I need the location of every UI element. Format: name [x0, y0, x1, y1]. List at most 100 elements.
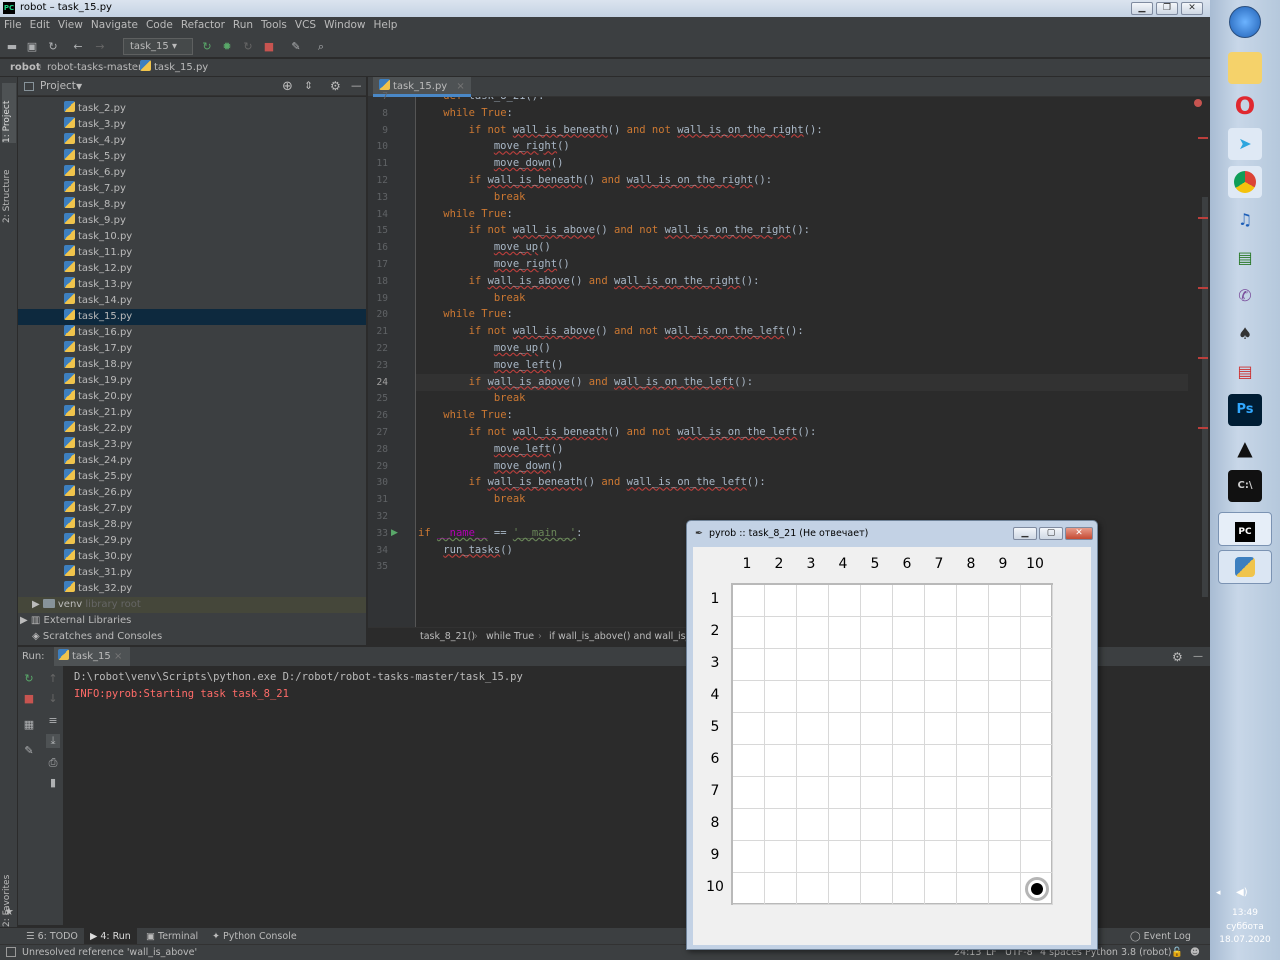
- inspector-icon[interactable]: ☻: [1190, 945, 1200, 960]
- code-line[interactable]: move_right(): [418, 138, 570, 155]
- pyrob-close-button[interactable]: ✕: [1065, 527, 1093, 540]
- rerun-icon[interactable]: ↻: [199, 39, 215, 55]
- headphones-icon[interactable]: ♫: [1228, 204, 1262, 236]
- open-folder-icon[interactable]: ▬: [4, 39, 20, 55]
- project-file-item[interactable]: task_6.py: [18, 165, 366, 181]
- chevron-down-icon[interactable]: ▼: [76, 77, 82, 96]
- pin-icon[interactable]: ✎: [22, 744, 36, 758]
- hide-icon[interactable]: —: [1193, 647, 1203, 667]
- close-tab-icon[interactable]: ×: [456, 81, 464, 92]
- project-file-item[interactable]: task_10.py: [18, 229, 366, 245]
- code-line[interactable]: if wall_is_beneath() and wall_is_on_the_…: [418, 474, 766, 491]
- code-line[interactable]: if not wall_is_beneath() and not wall_is…: [418, 424, 817, 441]
- project-file-item[interactable]: task_2.py: [18, 101, 366, 117]
- tab-project[interactable]: 1: Project: [2, 83, 16, 143]
- project-file-item[interactable]: task_26.py: [18, 485, 366, 501]
- chart-app-icon[interactable]: ▤: [1228, 242, 1262, 274]
- pdf-icon[interactable]: ▤: [1228, 356, 1262, 388]
- viber-icon[interactable]: ✆: [1228, 280, 1262, 312]
- forward-arrow-icon[interactable]: →: [92, 39, 108, 55]
- project-file-item[interactable]: task_31.py: [18, 565, 366, 581]
- code-line[interactable]: if not wall_is_above() and not wall_is_o…: [418, 222, 810, 239]
- photoshop-icon[interactable]: Ps: [1228, 394, 1262, 426]
- code-line[interactable]: move_left(): [418, 357, 564, 374]
- code-line[interactable]: if __name__ == '__main__':: [418, 525, 582, 542]
- project-file-item[interactable]: task_28.py: [18, 517, 366, 533]
- back-arrow-icon[interactable]: ←: [70, 39, 86, 55]
- tab-event-log[interactable]: ◯ Event Log: [1130, 928, 1191, 945]
- tray-expand-icon[interactable]: ◂: [1216, 888, 1221, 898]
- menu-tools[interactable]: Tools: [257, 17, 291, 31]
- project-file-item[interactable]: task_32.py: [18, 581, 366, 597]
- aimp-icon[interactable]: ▲: [1228, 432, 1262, 464]
- solitaire-icon[interactable]: ♠: [1228, 318, 1262, 350]
- scrollbar-thumb[interactable]: [1202, 197, 1208, 597]
- hide-icon[interactable]: —: [351, 77, 362, 96]
- breadcrumb-file[interactable]: task_15.py: [140, 59, 208, 76]
- code-line[interactable]: run_tasks(): [418, 542, 513, 559]
- python-taskbar-icon[interactable]: [1218, 550, 1272, 584]
- project-file-item[interactable]: task_22.py: [18, 421, 366, 437]
- code-line[interactable]: move_down(): [418, 155, 564, 172]
- project-file-item[interactable]: task_9.py: [18, 213, 366, 229]
- wrench-icon[interactable]: ✎: [288, 39, 304, 55]
- project-file-item[interactable]: task_23.py: [18, 437, 366, 453]
- chrome-icon[interactable]: [1228, 166, 1262, 198]
- project-file-item[interactable]: task_17.py: [18, 341, 366, 357]
- cmd-icon[interactable]: C:\: [1228, 470, 1262, 502]
- code-line[interactable]: move_right(): [418, 256, 570, 273]
- clock-time[interactable]: 13:49: [1210, 908, 1280, 918]
- maximize-button[interactable]: ❐: [1156, 2, 1178, 15]
- project-file-item[interactable]: task_27.py: [18, 501, 366, 517]
- crumb-if[interactable]: if wall_is_above() and wall_is_...: [549, 628, 699, 646]
- error-indicator-icon[interactable]: [1194, 99, 1202, 107]
- stop-icon[interactable]: ■: [22, 692, 36, 706]
- search-icon[interactable]: ⌕: [313, 39, 329, 55]
- tab-todo[interactable]: ☰ 6: TODO: [26, 928, 78, 945]
- crumb-function[interactable]: task_8_21(): [420, 628, 475, 646]
- telegram-icon[interactable]: ➤: [1228, 128, 1262, 160]
- pyrob-maximize-button[interactable]: ▢: [1039, 527, 1063, 540]
- gear-icon[interactable]: ⚙: [330, 77, 341, 96]
- venv-folder[interactable]: ▶ venv library root: [18, 597, 366, 613]
- code-line[interactable]: if not wall_is_beneath() and not wall_is…: [418, 122, 823, 139]
- code-line[interactable]: break: [418, 189, 526, 206]
- soft-wrap-icon[interactable]: ≡: [46, 714, 60, 728]
- project-panel-title[interactable]: Project: [40, 77, 76, 96]
- coverage-icon[interactable]: ↻: [240, 39, 256, 55]
- tab-python-console[interactable]: ✦ Python Console: [212, 928, 297, 945]
- project-file-item[interactable]: task_7.py: [18, 181, 366, 197]
- project-file-item[interactable]: task_21.py: [18, 405, 366, 421]
- lock-icon[interactable]: 🔓: [1171, 945, 1183, 960]
- crumb-while[interactable]: while True: [486, 628, 534, 646]
- clock-date[interactable]: 18.07.2020: [1210, 935, 1280, 945]
- collapse-icon[interactable]: ⇕: [304, 77, 313, 96]
- volume-icon[interactable]: ◀): [1236, 887, 1248, 898]
- trash-icon[interactable]: ▮: [46, 776, 60, 790]
- project-file-item[interactable]: task_4.py: [18, 133, 366, 149]
- tab-terminal[interactable]: ▣ Terminal: [146, 928, 198, 945]
- run-tab[interactable]: task_15 ×: [54, 647, 131, 667]
- tab-structure[interactable]: 2: Structure: [2, 153, 16, 224]
- pycharm-taskbar-icon[interactable]: PC: [1218, 512, 1272, 546]
- start-button-icon[interactable]: [1229, 6, 1261, 38]
- menu-run[interactable]: Run: [229, 17, 257, 31]
- run-gutter-icon[interactable]: ▶: [391, 528, 398, 538]
- save-icon[interactable]: ▣: [24, 39, 40, 55]
- project-file-item[interactable]: task_30.py: [18, 549, 366, 565]
- project-file-item[interactable]: task_20.py: [18, 389, 366, 405]
- close-tab-icon[interactable]: ×: [114, 651, 122, 662]
- menu-navigate[interactable]: Navigate: [87, 17, 142, 31]
- debug-icon[interactable]: ✹: [219, 39, 235, 55]
- menu-window[interactable]: Window: [320, 17, 369, 31]
- code-line[interactable]: while True:: [418, 407, 513, 424]
- star-icon[interactable]: ★: [4, 905, 14, 918]
- code-line[interactable]: while True:: [418, 206, 513, 223]
- code-line[interactable]: move_down(): [418, 458, 564, 475]
- project-file-item[interactable]: task_19.py: [18, 373, 366, 389]
- layout-icon[interactable]: ▦: [22, 718, 36, 732]
- code-line[interactable]: if not wall_is_above() and not wall_is_o…: [418, 323, 804, 340]
- minimize-button[interactable]: ▁: [1131, 2, 1153, 15]
- breadcrumb-project[interactable]: robot: [10, 59, 41, 76]
- scroll-to-end-icon[interactable]: ⤓: [46, 734, 60, 748]
